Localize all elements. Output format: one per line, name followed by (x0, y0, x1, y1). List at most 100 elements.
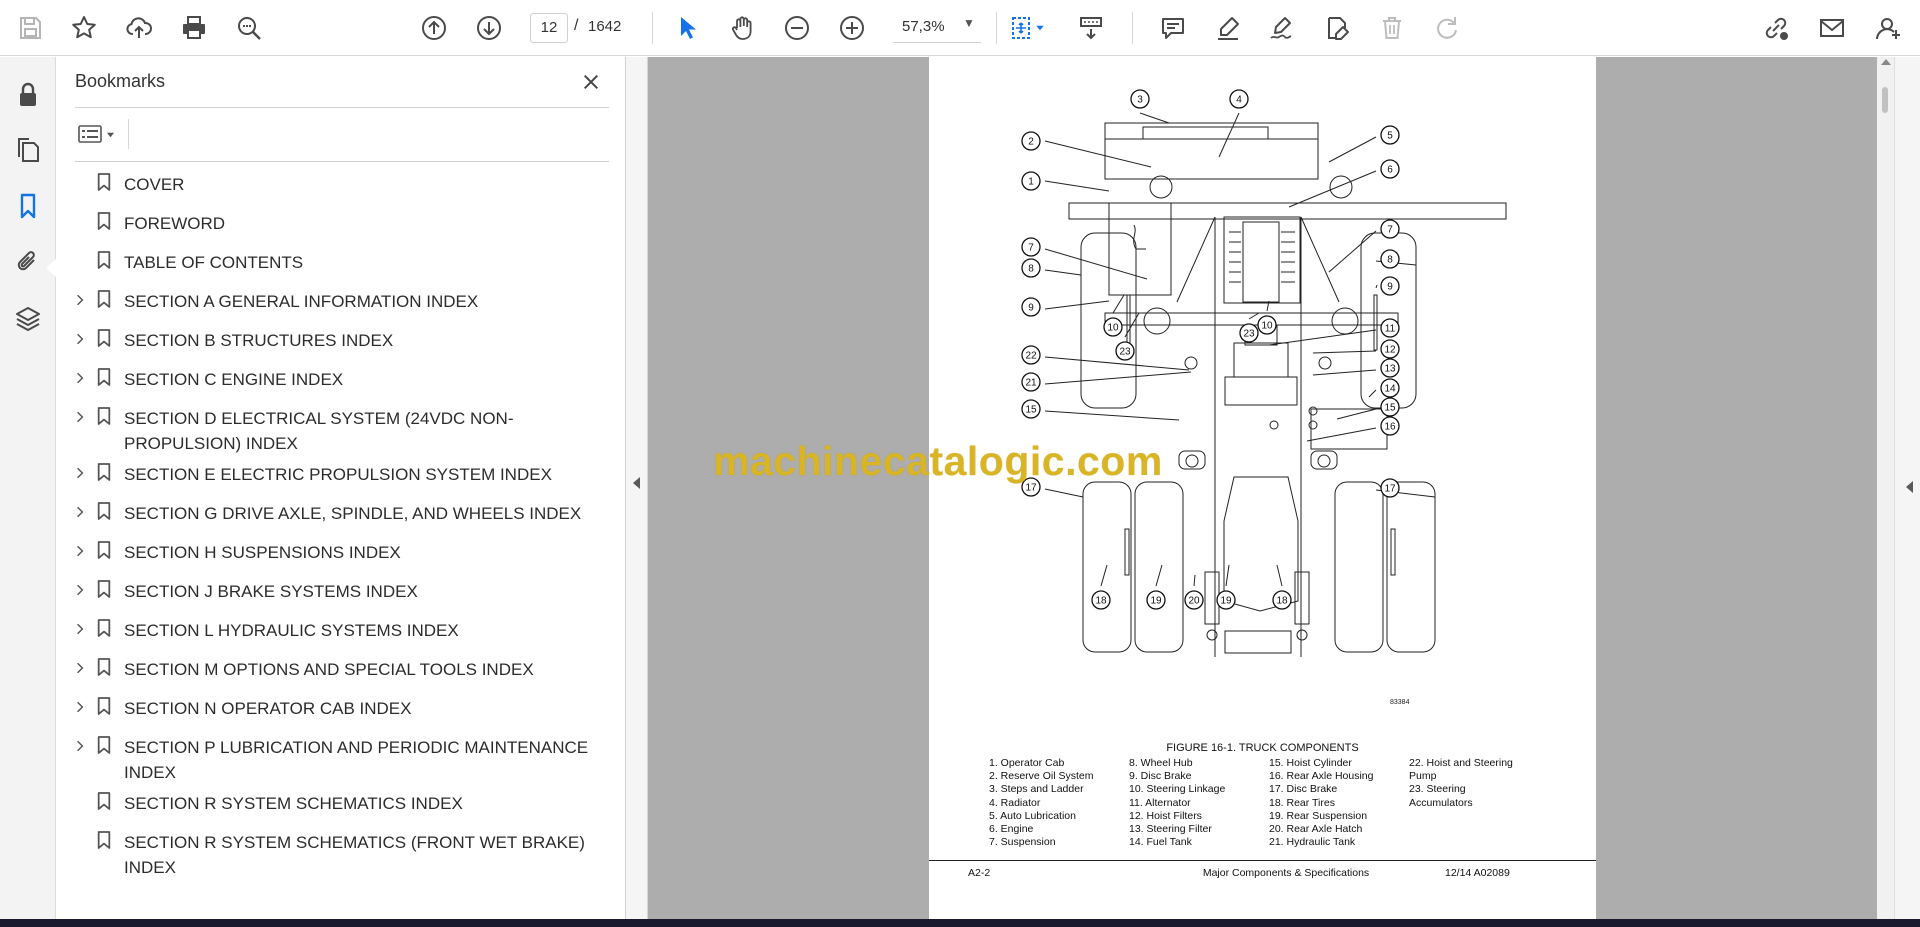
bookmark-panel-icon[interactable] (10, 188, 46, 224)
expand-right-panel-icon[interactable] (1906, 481, 1913, 493)
scrollbar-thumb[interactable] (1882, 87, 1888, 113)
chevron-right-icon[interactable] (72, 408, 88, 426)
bookmark-item[interactable]: SECTION R SYSTEM SCHEMATICS (FRONT WET B… (56, 827, 626, 877)
bookmark-label: SECTION G DRIVE AXLE, SPINDLE, AND WHEEL… (124, 504, 582, 523)
chevron-right-icon[interactable] (72, 542, 88, 560)
bookmark-item[interactable]: SECTION N OPERATOR CAB INDEX (56, 693, 626, 723)
legend-entry: 10. Steering Linkage (1129, 783, 1226, 796)
scroll-up-icon[interactable] (1881, 59, 1891, 65)
panel-divider (75, 161, 609, 162)
bookmark-item[interactable]: SECTION E ELECTRIC PROPULSION SYSTEM IND… (56, 459, 626, 489)
callout-number: 3 (1137, 95, 1143, 106)
collapse-panel-handle[interactable] (626, 57, 648, 919)
callout-number: 17 (1384, 484, 1396, 495)
zoom-in-icon[interactable] (834, 10, 870, 46)
bookmark-item[interactable]: SECTION L HYDRAULIC SYSTEMS INDEX (56, 615, 626, 645)
callout-number: 23 (1243, 329, 1255, 340)
search-zoom-icon[interactable] (231, 10, 267, 46)
comment-icon[interactable] (1155, 10, 1191, 46)
callout-leader-line (1044, 269, 1082, 276)
callout-leader-line (1306, 427, 1377, 442)
bookmarks-panel: Bookmarks COVER FOREWORD TABLE OF CONTENTS… (56, 57, 626, 919)
bookmark-item[interactable]: SECTION M OPTIONS AND SPECIAL TOOLS INDE… (56, 654, 626, 684)
lock-icon[interactable] (10, 77, 46, 113)
mail-icon[interactable] (1814, 10, 1850, 46)
zoom-out-icon[interactable] (779, 10, 815, 46)
vertical-scrollbar[interactable] (1877, 57, 1895, 919)
callout-number: 8 (1387, 255, 1393, 266)
bookmark-item[interactable]: SECTION C ENGINE INDEX (56, 364, 626, 394)
bookmark-item[interactable]: SECTION H SUSPENSIONS INDEX (56, 537, 626, 567)
bookmark-icon (96, 250, 114, 272)
chevron-right-icon[interactable] (72, 330, 88, 348)
page-thumbnails-icon[interactable] (10, 132, 46, 168)
chevron-right-icon[interactable] (72, 291, 88, 309)
legend-entry: 8. Wheel Hub (1129, 757, 1193, 769)
print-icon[interactable] (176, 10, 212, 46)
callout-leader-line (1368, 389, 1377, 398)
hand-tool-icon[interactable] (724, 10, 760, 46)
layers-icon[interactable] (10, 300, 46, 336)
bookmark-item[interactable]: SECTION R SYSTEM SCHEMATICS INDEX (56, 788, 626, 818)
callout-number: 18 (1095, 596, 1107, 607)
bookmark-label: FOREWORD (124, 214, 226, 233)
draw-signature-icon[interactable] (1264, 10, 1300, 46)
bookmark-item[interactable]: TABLE OF CONTENTS (56, 247, 626, 277)
bookmark-item[interactable]: COVER (56, 169, 626, 199)
chevron-right-icon[interactable] (72, 464, 88, 482)
attachment-icon[interactable] (10, 244, 46, 280)
bookmark-icon (96, 328, 114, 350)
bookmark-options-button[interactable] (75, 117, 127, 151)
bookmark-item[interactable]: SECTION D ELECTRICAL SYSTEM (24VDC NON-P… (56, 403, 626, 453)
legend-column: 1. Operator Cab 2. Reserve Oil System 3. S… (989, 757, 1093, 849)
chevron-right-icon[interactable] (72, 503, 88, 521)
callout-number: 23 (1119, 347, 1131, 358)
save-icon[interactable] (12, 10, 48, 46)
bookmarks-panel-title: Bookmarks (75, 71, 166, 91)
share-link-icon[interactable] (1758, 10, 1794, 46)
legend-entry: 3. Steps and Ladder (989, 783, 1084, 796)
bookmark-icon (96, 540, 114, 562)
previous-page-icon[interactable] (416, 10, 452, 46)
star-icon[interactable] (66, 10, 102, 46)
page-total: 1642 (588, 18, 622, 35)
chevron-right-icon[interactable] (72, 659, 88, 677)
highlight-pen-icon[interactable] (1210, 10, 1246, 46)
bookmark-item[interactable]: FOREWORD (56, 208, 626, 238)
legend-entry: 9. Disc Brake (1129, 770, 1192, 783)
bookmark-item[interactable]: SECTION G DRIVE AXLE, SPINDLE, AND WHEEL… (56, 498, 626, 528)
chevron-right-icon[interactable] (72, 369, 88, 387)
select-cursor-icon[interactable] (669, 10, 705, 46)
bookmark-icon (96, 501, 114, 523)
legend-entry: 11. Alternator (1129, 796, 1191, 809)
chevron-right-icon[interactable] (72, 581, 88, 599)
chevron-right-icon[interactable] (72, 737, 88, 755)
scroll-mode-icon[interactable] (1073, 10, 1109, 46)
chevron-right-icon[interactable] (72, 698, 88, 716)
redo-icon[interactable] (1429, 10, 1465, 46)
bookmark-item[interactable]: SECTION A GENERAL INFORMATION INDEX (56, 286, 626, 316)
page-number-input[interactable]: 12 (530, 13, 568, 43)
chevron-down-icon[interactable] (1032, 10, 1048, 46)
chevron-down-icon[interactable]: ▼ (963, 16, 975, 30)
document-viewport[interactable]: 1 2 3 4 5 6 7 7 8 8 9 9 10 10 11 12 13 14 15 15 16 17 17 18 18 19… (626, 57, 1920, 919)
close-icon[interactable] (576, 67, 606, 97)
callout-leader-line (1155, 564, 1163, 587)
bookmark-item[interactable]: SECTION P LUBRICATION AND PERIODIC MAINT… (56, 732, 626, 782)
callout-number: 21 (1025, 378, 1037, 389)
chevron-right-icon[interactable] (72, 620, 88, 638)
delete-icon[interactable] (1374, 10, 1410, 46)
bookmark-item[interactable]: SECTION B STRUCTURES INDEX (56, 325, 626, 355)
toolbar-divider (1132, 12, 1133, 44)
toolbar-divider (996, 12, 997, 44)
edit-document-icon[interactable] (1319, 10, 1355, 46)
next-page-icon[interactable] (471, 10, 507, 46)
bookmark-icon (96, 618, 114, 640)
cloud-upload-icon[interactable] (121, 10, 157, 46)
callout-leader-line (1328, 230, 1377, 273)
bookmark-item[interactable]: SECTION J BRAKE SYSTEMS INDEX (56, 576, 626, 606)
bookmark-icon (96, 696, 114, 718)
bookmark-icon (96, 462, 114, 484)
page-footer-title: Major Components & Specifications (1202, 867, 1370, 879)
user-account-icon[interactable] (1870, 10, 1906, 46)
